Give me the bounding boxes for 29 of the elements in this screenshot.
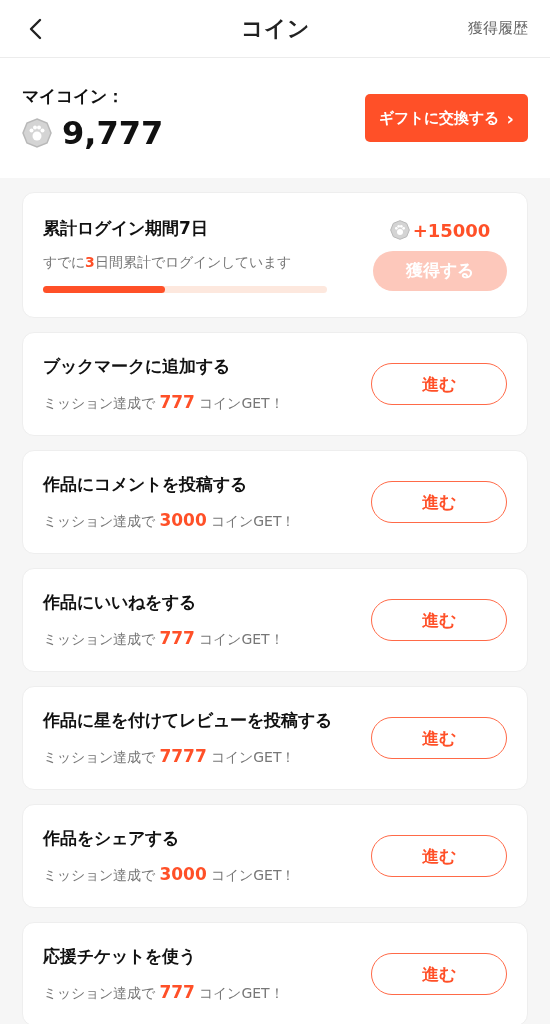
mission-reward: ミッション達成で 7777 コインGET！ [43,746,297,767]
page-title: コイン [240,14,310,43]
mission-title: 作品にいいねをする [43,591,197,614]
go-button[interactable]: 進む [371,481,507,523]
back-icon[interactable] [28,17,42,40]
mission-reward: ミッション達成で 777 コインGET！ [43,628,284,649]
go-button[interactable]: 進む [371,717,507,759]
mission-title: 作品に星を付けてレビューを投稿する [43,709,332,732]
coin-icon [22,117,52,148]
login-progress-text: すでに3日間累計でログインしています [43,254,292,272]
mission-reward: ミッション達成で 3000 コインGET！ [43,510,296,531]
coin-balance: 9,777 [62,113,164,152]
go-button[interactable]: 進む [371,953,507,995]
mission-title: 作品にコメントを投稿する [43,473,248,496]
mission-title: 応援チケットを使う [43,945,197,968]
login-reward: +15000 [412,219,491,241]
mission-title: 作品をシェアする [43,827,180,850]
mission-title: ブックマークに追加する [43,355,231,378]
go-button[interactable]: 進む [371,835,507,877]
coin-icon [389,220,410,240]
my-coins-label: マイコイン： [22,84,125,108]
mission-reward: ミッション達成で 3000 コインGET！ [43,864,296,885]
history-link[interactable]: 獲得履歴 [468,19,528,38]
exchange-gift-button[interactable]: ギフトに交換する › [364,94,528,142]
mission-reward: ミッション達成で 777 コインGET！ [43,982,284,1003]
go-button[interactable]: 進む [371,599,507,641]
go-button[interactable]: 進む [371,363,507,405]
login-title: 累計ログイン期間7日 [43,217,209,240]
mission-reward: ミッション達成で 777 コインGET！ [43,392,284,413]
